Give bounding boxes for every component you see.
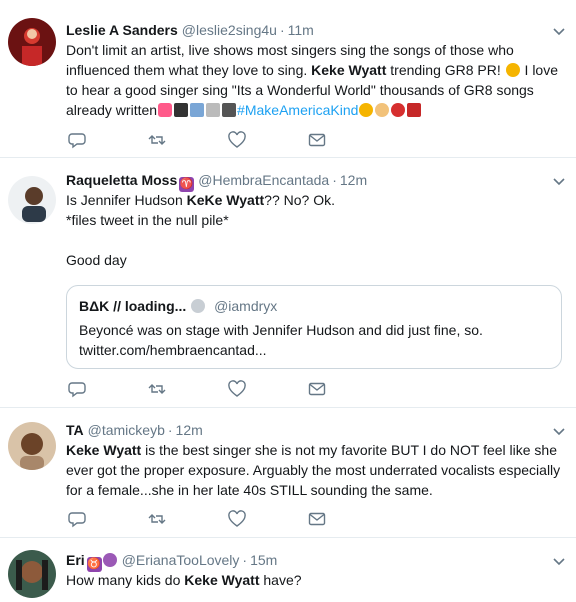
heart-icon[interactable] xyxy=(228,131,248,151)
tweet-header: Leslie A Sanders @leslie2sing4u · 11m xyxy=(66,21,552,39)
text-segment: How many kids do xyxy=(66,572,185,588)
santa-emoji-icon xyxy=(391,103,406,117)
tweet-header: Eri ♉ @ErianaTooLovely · 15m xyxy=(66,551,552,572)
retweet-icon[interactable] xyxy=(148,131,168,151)
chevron-down-icon[interactable] xyxy=(552,174,566,188)
retweet-icon[interactable] xyxy=(148,510,168,530)
timestamp[interactable]: 11m xyxy=(288,22,314,38)
author-name[interactable]: Eri xyxy=(66,552,85,568)
tweet-text: Don't limit an artist, live shows most s… xyxy=(66,40,566,120)
reply-icon[interactable] xyxy=(68,131,88,151)
heart-eyes-emoji-icon xyxy=(359,103,374,117)
tweet-timeline: Leslie A Sanders @leslie2sing4u · 11m Don't… xyxy=(0,0,576,602)
separator: · xyxy=(242,552,248,568)
text-line: Good day xyxy=(66,252,127,268)
quoted-author-handle: @iamdryx xyxy=(214,298,278,314)
chevron-down-icon[interactable] xyxy=(552,424,566,438)
highlight: Keke Wyatt xyxy=(66,442,142,458)
quoted-author-name: BΔK // loading... xyxy=(79,298,187,314)
quoted-text: Beyoncé was on stage with Jennifer Hudso… xyxy=(79,322,483,338)
quoted-link: twitter.com/hembraencantad... xyxy=(79,342,267,358)
kiss-emoji-icon xyxy=(505,63,520,77)
author-name[interactable]: TA xyxy=(66,422,84,438)
timestamp[interactable]: 12m xyxy=(176,422,203,438)
separator: · xyxy=(279,22,285,38)
hearts-emoji-icon xyxy=(158,103,173,117)
tweet[interactable]: TA @tamickeyb · 12m Keke Wyatt is the best … xyxy=(0,408,576,538)
highlight: Keke Wyatt xyxy=(184,572,260,588)
score-emoji-icon xyxy=(206,103,221,117)
tweet[interactable]: Leslie A Sanders @leslie2sing4u · 11m Don't… xyxy=(0,0,576,158)
chevron-down-icon[interactable] xyxy=(552,24,566,38)
high-heel-emoji-icon xyxy=(407,103,422,117)
text-segment: Is Jennifer Hudson xyxy=(66,192,187,208)
heart-icon[interactable] xyxy=(228,380,248,400)
text-segment: trending GR8 PR! xyxy=(386,62,505,78)
hashtag-link[interactable]: #MakeAmericaKind xyxy=(237,102,358,118)
author-handle[interactable]: @tamickeyb xyxy=(88,422,165,438)
avatar[interactable] xyxy=(8,422,56,470)
tweet-text: Keke Wyatt is the best singer she is not… xyxy=(66,440,566,500)
reply-icon[interactable] xyxy=(68,510,88,530)
timestamp[interactable]: 12m xyxy=(340,172,367,188)
envelope-icon[interactable] xyxy=(308,380,328,400)
praying-hands-emoji-icon xyxy=(375,103,390,117)
text-segment: have? xyxy=(259,572,302,588)
tweet-text: Is Jennifer Hudson KeKe Wyatt?? No? Ok. … xyxy=(66,190,566,270)
avatar[interactable] xyxy=(8,550,56,598)
avatar[interactable] xyxy=(8,18,56,66)
notes-emoji-icon xyxy=(190,103,205,117)
highlight: KeKe Wyatt xyxy=(186,192,265,208)
tweet-actions xyxy=(66,131,346,151)
envelope-icon[interactable] xyxy=(308,131,328,151)
retweet-icon[interactable] xyxy=(148,380,168,400)
author-handle[interactable]: @ErianaTooLovely xyxy=(122,552,240,568)
tweet-text: How many kids do Keke Wyatt have? xyxy=(66,570,566,590)
author-handle[interactable]: @HembraEncantada xyxy=(198,172,329,188)
text-segment: is the best singer she is not my favorit… xyxy=(66,442,561,498)
separator: · xyxy=(167,422,173,438)
reply-icon[interactable] xyxy=(68,380,88,400)
highlight: Keke Wyatt xyxy=(311,62,387,78)
tweet-actions xyxy=(66,380,346,400)
text-line: *files tweet in the null pile* xyxy=(66,212,229,228)
timestamp[interactable]: 15m xyxy=(250,552,277,568)
quoted-tweet[interactable]: BΔK // loading... @iamdryx Beyoncé was o… xyxy=(66,285,562,369)
chevron-down-icon[interactable] xyxy=(552,554,566,568)
piano-emoji-icon xyxy=(174,103,189,117)
heart-icon[interactable] xyxy=(228,510,248,530)
separator: · xyxy=(332,172,337,188)
cd-emoji-icon xyxy=(191,299,206,313)
envelope-icon[interactable] xyxy=(308,510,328,530)
tweet-actions xyxy=(66,510,346,530)
avatar[interactable] xyxy=(8,176,56,224)
tweet-header: TA @tamickeyb · 12m xyxy=(66,421,552,439)
tweet[interactable]: Eri ♉ @ErianaTooLovely · 15m How many kids d… xyxy=(0,538,576,602)
tweet[interactable]: Raqueletta Moss ♈ @HembraEncantada · 12m Is … xyxy=(0,158,576,408)
author-handle[interactable]: @leslie2sing4u xyxy=(182,22,277,38)
author-name[interactable]: Leslie A Sanders xyxy=(66,22,178,38)
purple-heart-icon xyxy=(102,553,117,567)
microphone-emoji-icon xyxy=(222,103,237,117)
tweet-header: Raqueletta Moss ♈ @HembraEncantada · 12m xyxy=(66,171,552,192)
author-name[interactable]: Raqueletta Moss xyxy=(66,172,177,188)
text-segment: ?? No? Ok. xyxy=(264,192,335,208)
